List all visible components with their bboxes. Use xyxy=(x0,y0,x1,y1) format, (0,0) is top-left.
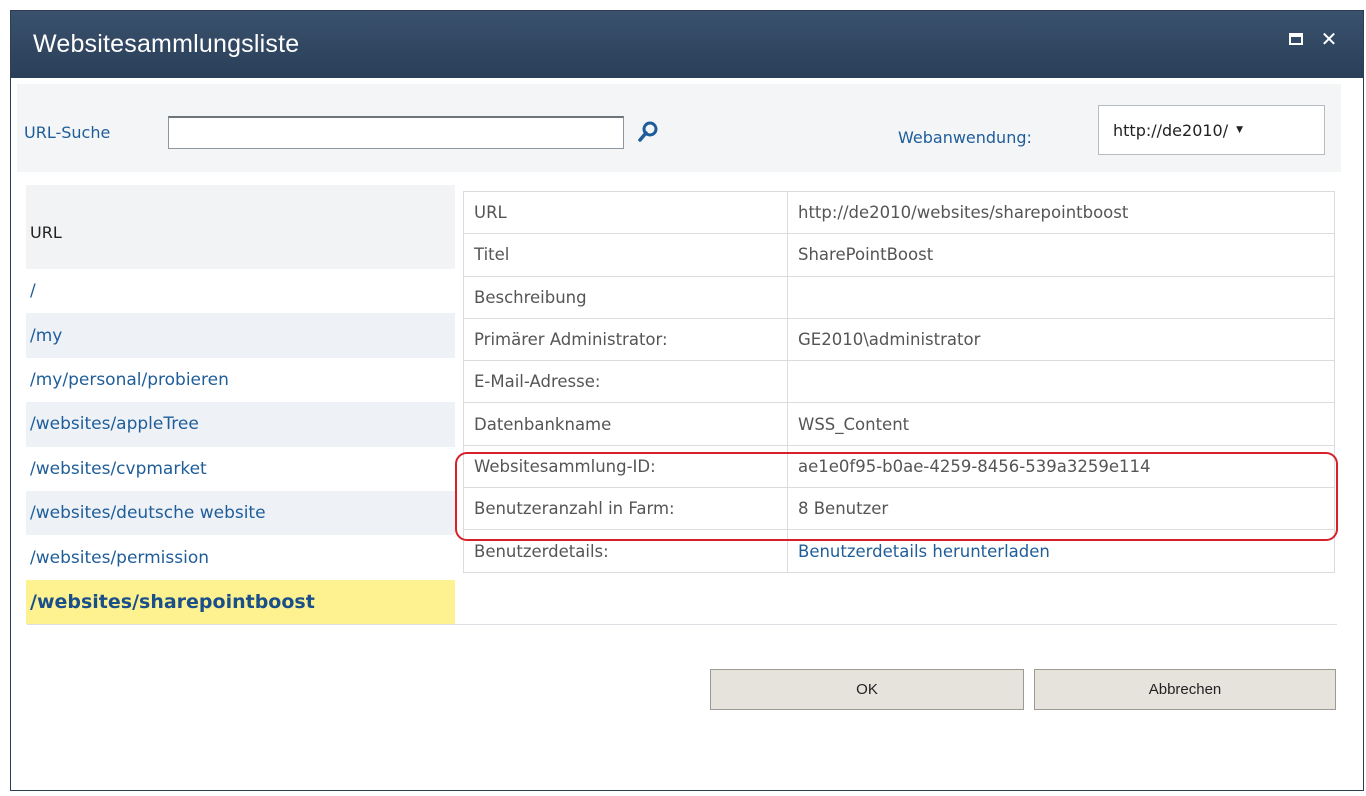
url-list-item[interactable]: /websites/deutsche website xyxy=(26,490,455,536)
url-list-item[interactable]: /websites/appleTree xyxy=(26,402,455,447)
dialog-title: Websitesammlungsliste xyxy=(33,30,300,58)
close-button[interactable]: ✕ xyxy=(1318,28,1340,50)
table-row: Titel SharePointBoost xyxy=(463,233,1335,277)
table-row: Beschreibung xyxy=(463,275,1335,319)
table-row: URL http://de2010/websites/sharepointboo… xyxy=(463,190,1335,235)
detail-value: SharePointBoost xyxy=(787,233,1335,277)
url-list-item[interactable]: /websites/cvpmarket xyxy=(26,447,455,491)
webapp-dropdown[interactable]: http://de2010/ ▼ xyxy=(1098,105,1325,155)
divider xyxy=(27,624,1337,625)
maximize-icon xyxy=(1289,33,1303,45)
detail-value: WSS_Content xyxy=(787,402,1335,446)
detail-key: Datenbankname xyxy=(463,402,788,446)
search-icon[interactable] xyxy=(637,120,661,144)
url-search-input[interactable] xyxy=(168,116,624,149)
detail-key: URL xyxy=(463,190,788,235)
url-search-label: URL-Suche xyxy=(24,123,111,142)
ok-button[interactable]: OK xyxy=(710,669,1024,710)
maximize-button[interactable] xyxy=(1285,28,1307,50)
download-user-details-link[interactable]: Benutzerdetails herunterladen xyxy=(787,529,1335,573)
details-table: URL http://de2010/websites/sharepointboo… xyxy=(463,190,1335,573)
detail-key: E-Mail-Adresse: xyxy=(463,360,788,404)
cancel-button[interactable]: Abbrechen xyxy=(1034,669,1336,710)
detail-key: Primärer Administrator: xyxy=(463,317,788,362)
detail-key: Websitesammlung-ID: xyxy=(463,444,788,489)
dialog-titlebar: Websitesammlungsliste ✕ xyxy=(11,11,1363,78)
table-row: Datenbankname WSS_Content xyxy=(463,402,1335,446)
detail-key: Beschreibung xyxy=(463,275,788,319)
detail-value: 8 Benutzer xyxy=(787,487,1335,531)
url-list-item[interactable]: /my/personal/probieren xyxy=(26,358,455,402)
table-row: Websitesammlung-ID: ae1e0f95-b0ae-4259-8… xyxy=(463,444,1335,489)
detail-value: ae1e0f95-b0ae-4259-8456-539a3259e114 xyxy=(787,444,1335,489)
table-row: E-Mail-Adresse: xyxy=(463,360,1335,404)
url-list-item[interactable]: /my xyxy=(26,313,455,358)
url-list-item[interactable]: /websites/permission xyxy=(26,535,455,579)
search-bar: URL-Suche Webanwendung: http://de2010/ ▼ xyxy=(17,84,1341,172)
detail-value xyxy=(787,275,1335,319)
chevron-down-icon: ▼ xyxy=(1236,125,1244,135)
detail-value: GE2010\administrator xyxy=(787,317,1335,362)
webapp-selected-value: http://de2010/ xyxy=(1113,120,1229,140)
table-row: Primärer Administrator: GE2010\administr… xyxy=(463,317,1335,362)
url-list-item[interactable]: / xyxy=(26,269,455,313)
url-list-item-selected[interactable]: /websites/sharepointboost xyxy=(26,579,455,625)
table-row: Benutzeranzahl in Farm: 8 Benutzer xyxy=(463,487,1335,531)
detail-value: http://de2010/websites/sharepointboost xyxy=(787,190,1335,235)
table-row: Benutzerdetails: Benutzerdetails herunte… xyxy=(463,529,1335,573)
webapp-label: Webanwendung: xyxy=(898,128,1032,147)
detail-key: Titel xyxy=(463,233,788,277)
detail-key: Benutzeranzahl in Farm: xyxy=(463,487,788,531)
detail-value xyxy=(787,360,1335,404)
url-list: URL / /my /my/personal/probieren /websit… xyxy=(26,185,455,625)
url-list-header: URL xyxy=(26,185,455,269)
detail-key: Benutzerdetails: xyxy=(463,529,788,573)
close-icon: ✕ xyxy=(1320,27,1338,51)
